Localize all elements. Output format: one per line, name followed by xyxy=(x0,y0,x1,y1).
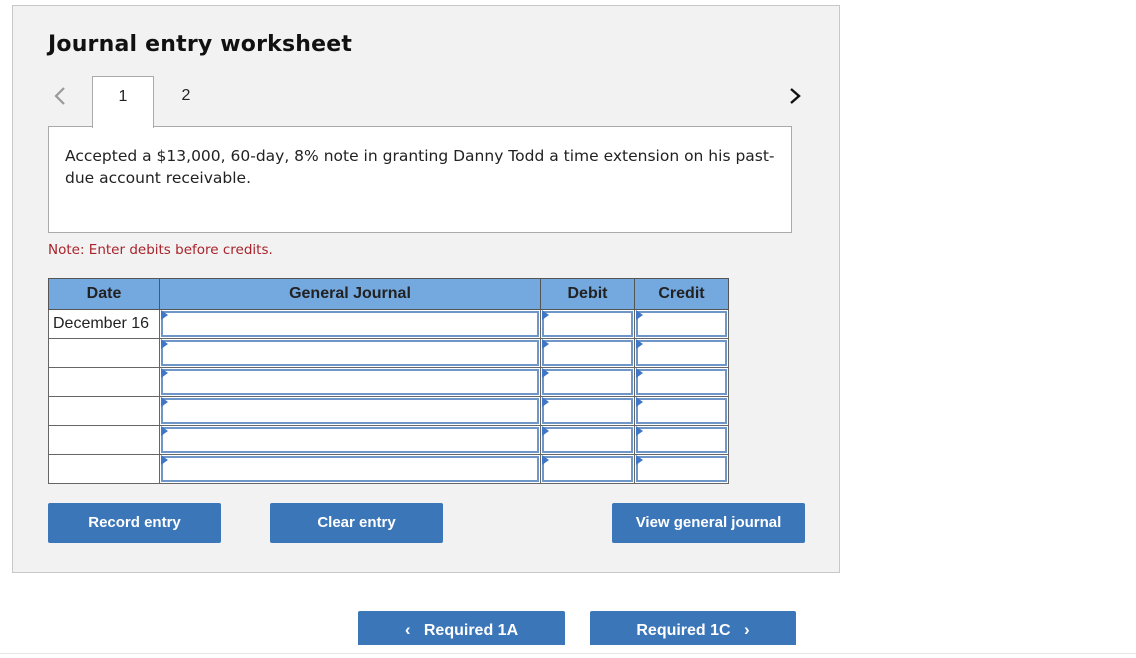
dropdown-marker-icon xyxy=(161,455,168,465)
clear-entry-button[interactable]: Clear entry xyxy=(270,503,443,543)
debit-cell xyxy=(540,396,635,426)
general-journal-input[interactable] xyxy=(161,311,539,337)
credit-cell xyxy=(634,425,729,455)
tab-2[interactable]: 2 xyxy=(155,76,217,128)
dropdown-marker-icon xyxy=(636,426,643,436)
dropdown-marker-icon xyxy=(161,339,168,349)
general-journal-input[interactable] xyxy=(161,369,539,395)
header-general-journal: General Journal xyxy=(159,278,541,310)
date-cell xyxy=(48,367,160,397)
date-cell xyxy=(48,396,160,426)
transaction-description: Accepted a $13,000, 60-day, 8% note in g… xyxy=(48,126,792,233)
general-journal-cell xyxy=(159,309,541,339)
table-row xyxy=(48,338,729,368)
debit-input[interactable] xyxy=(542,456,633,482)
general-journal-input[interactable] xyxy=(161,427,539,453)
header-credit: Credit xyxy=(634,278,729,310)
dropdown-marker-icon xyxy=(542,310,549,320)
debit-input[interactable] xyxy=(542,340,633,366)
general-journal-input[interactable] xyxy=(161,456,539,482)
credit-input[interactable] xyxy=(636,427,727,453)
table-header-row: Date General Journal Debit Credit xyxy=(48,278,729,310)
dropdown-marker-icon xyxy=(636,397,643,407)
debits-before-credits-note: Note: Enter debits before credits. xyxy=(48,242,273,258)
table-row xyxy=(48,396,729,426)
dropdown-marker-icon xyxy=(636,368,643,378)
credit-input[interactable] xyxy=(636,311,727,337)
dropdown-marker-icon xyxy=(636,339,643,349)
tab-1-label: 1 xyxy=(118,88,128,105)
header-debit: Debit xyxy=(540,278,635,310)
page-divider xyxy=(0,653,1136,654)
credit-input[interactable] xyxy=(636,456,727,482)
dropdown-marker-icon xyxy=(161,397,168,407)
date-cell xyxy=(48,425,160,455)
general-journal-cell xyxy=(159,396,541,426)
credit-cell xyxy=(634,338,729,368)
credit-input[interactable] xyxy=(636,369,727,395)
debit-input[interactable] xyxy=(542,398,633,424)
table-row xyxy=(48,367,729,397)
credit-input[interactable] xyxy=(636,340,727,366)
general-journal-input[interactable] xyxy=(161,340,539,366)
record-entry-button[interactable]: Record entry xyxy=(48,503,221,543)
dropdown-marker-icon xyxy=(161,426,168,436)
required-1c-button[interactable]: Required 1C › xyxy=(590,611,796,645)
credit-cell xyxy=(634,367,729,397)
header-date: Date xyxy=(48,278,160,310)
chevron-left-icon: ‹ xyxy=(404,620,411,639)
dropdown-marker-icon xyxy=(542,426,549,436)
debit-input[interactable] xyxy=(542,369,633,395)
credit-cell xyxy=(634,309,729,339)
journal-entry-table: Date General Journal Debit Credit Decemb… xyxy=(48,278,729,484)
general-journal-cell xyxy=(159,338,541,368)
tab-1[interactable]: 1 xyxy=(92,76,154,128)
debit-cell xyxy=(540,338,635,368)
dropdown-marker-icon xyxy=(161,368,168,378)
dropdown-marker-icon xyxy=(542,455,549,465)
dropdown-marker-icon xyxy=(636,310,643,320)
tab-2-label: 2 xyxy=(181,87,191,104)
view-general-journal-button[interactable]: View general journal xyxy=(612,503,805,543)
credit-cell xyxy=(634,454,729,484)
date-cell: December 16 xyxy=(48,309,160,339)
debit-cell xyxy=(540,425,635,455)
dropdown-marker-icon xyxy=(636,455,643,465)
chevron-left-icon xyxy=(54,87,65,105)
next-tab-button[interactable] xyxy=(785,84,805,108)
credit-cell xyxy=(634,396,729,426)
debit-cell xyxy=(540,309,635,339)
previous-tab-button[interactable] xyxy=(51,84,71,108)
general-journal-input[interactable] xyxy=(161,398,539,424)
required-1c-label: Required 1C xyxy=(636,622,731,639)
dropdown-marker-icon xyxy=(542,397,549,407)
worksheet-title: Journal entry worksheet xyxy=(48,32,353,57)
general-journal-cell xyxy=(159,454,541,484)
required-1a-button[interactable]: ‹ Required 1A xyxy=(358,611,565,645)
general-journal-cell xyxy=(159,367,541,397)
date-cell xyxy=(48,338,160,368)
debit-cell xyxy=(540,367,635,397)
debit-cell xyxy=(540,454,635,484)
dropdown-marker-icon xyxy=(161,310,168,320)
dropdown-marker-icon xyxy=(542,339,549,349)
credit-input[interactable] xyxy=(636,398,727,424)
required-1a-label: Required 1A xyxy=(423,622,519,639)
debit-input[interactable] xyxy=(542,427,633,453)
debit-input[interactable] xyxy=(542,311,633,337)
table-row xyxy=(48,454,729,484)
date-cell xyxy=(48,454,160,484)
journal-entry-worksheet-panel: Journal entry worksheet 1 2 Accepted a $… xyxy=(12,5,840,573)
general-journal-cell xyxy=(159,425,541,455)
table-row xyxy=(48,425,729,455)
dropdown-marker-icon xyxy=(542,368,549,378)
chevron-right-icon xyxy=(790,88,801,104)
table-row: December 16 xyxy=(48,309,729,339)
chevron-right-icon: › xyxy=(743,620,750,639)
